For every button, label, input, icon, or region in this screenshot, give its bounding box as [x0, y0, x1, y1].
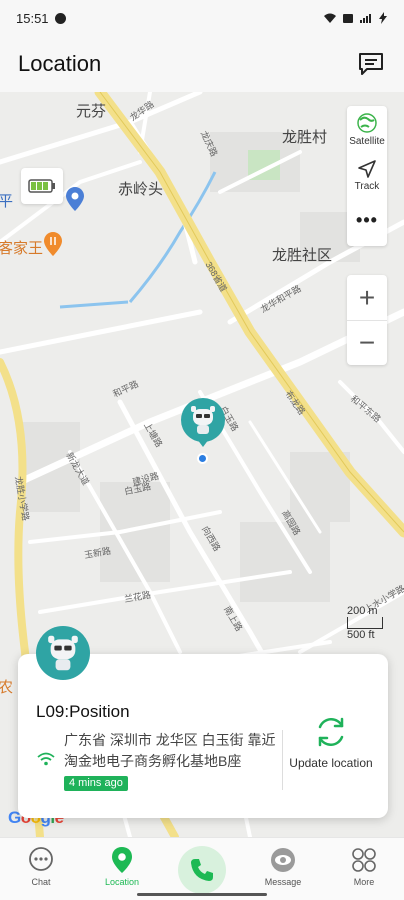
zoom-controls: + −: [347, 275, 387, 365]
robot-avatar-icon: [191, 406, 215, 434]
status-time: 15:51: [16, 10, 49, 26]
status-bar: 15:51: [0, 0, 404, 36]
map-label-left-ping: 平: [0, 193, 14, 210]
refresh-icon: [318, 717, 344, 747]
satellite-label: Satellite: [349, 135, 385, 147]
track-label: Track: [354, 180, 380, 192]
map-label-left-nong: 农: [0, 679, 14, 696]
track-button[interactable]: Track: [347, 152, 387, 198]
map-label-yuanfen: 元芬: [76, 103, 107, 120]
home-indicator: [137, 893, 267, 896]
accuracy-dot: [197, 453, 208, 464]
more-tools-button[interactable]: •••: [347, 198, 387, 242]
update-location-button[interactable]: Update location: [274, 714, 388, 774]
signal-icon: [360, 13, 371, 23]
scale-imperial: 500 ft: [347, 629, 375, 641]
device-avatar: [36, 626, 90, 680]
nav-chat-label: Chat: [31, 877, 51, 887]
scale-metric: 200 m: [347, 605, 378, 617]
battery-icon: [28, 179, 55, 193]
satellite-button[interactable]: Satellite: [347, 106, 387, 152]
zoom-out-button[interactable]: −: [347, 320, 387, 365]
zoom-in-button[interactable]: +: [347, 275, 387, 320]
bottom-navigation: Chat Location Message More: [0, 837, 404, 900]
scale-bar: [347, 617, 383, 629]
map-scale: 200 m 500 ft: [347, 605, 383, 641]
blue-poi-icon: [66, 187, 84, 211]
map-label-left-jiawang: 客家王: [0, 240, 44, 257]
map-tools-panel: Satellite Track •••: [347, 106, 387, 246]
robot-avatar-icon: [48, 635, 78, 671]
chat-bubble-icon: [359, 53, 383, 75]
update-location-label: Update location: [289, 756, 373, 770]
battery-indicator: [21, 168, 63, 204]
messages-button[interactable]: [356, 49, 386, 79]
nav-more-label: More: [353, 877, 375, 887]
call-button[interactable]: [178, 846, 226, 894]
phone-icon: [191, 859, 213, 881]
satellite-icon: [357, 112, 377, 133]
nav-chat[interactable]: Chat: [11, 846, 71, 887]
nav-location[interactable]: Location: [92, 846, 152, 887]
battery-status-icon: [379, 12, 387, 24]
nav-message[interactable]: Message: [253, 846, 313, 887]
notification-icon: [54, 12, 66, 24]
device-address: 广东省 深圳市 龙华区 白玉街 靠近淘金地电子商务孵化基地B座 4 mins a…: [64, 730, 276, 793]
location-pin-icon: [112, 847, 132, 873]
navigation-arrow-icon: [358, 159, 376, 178]
chat-icon: [29, 847, 53, 871]
wifi-icon: [324, 13, 336, 23]
eye-icon: [271, 848, 295, 872]
map-label-longsheng-community: 龙胜社区: [272, 247, 333, 264]
grid-more-icon: [352, 848, 376, 872]
orange-poi-icon: [44, 232, 62, 256]
map-label-chilingtou: 赤岭头: [118, 181, 164, 198]
map-label-longsheng-village: 龙胜村: [282, 129, 328, 146]
nav-location-label: Location: [104, 877, 140, 887]
device-name: L09:Position: [36, 702, 130, 721]
app-header: Location: [0, 36, 404, 92]
device-location-pin[interactable]: [181, 398, 225, 447]
nav-more[interactable]: More: [334, 846, 394, 887]
time-ago-badge: 4 mins ago: [64, 776, 128, 791]
address-text: 广东省 深圳市 龙华区 白玉街 靠近淘金地电子商务孵化基地B座: [64, 732, 276, 769]
nav-message-label: Message: [264, 877, 302, 887]
status-icons: [323, 12, 388, 24]
page-title: Location: [18, 51, 102, 76]
wifi-location-icon: [37, 752, 55, 766]
device-info-card: L09:Position 广东省 深圳市 龙华区 白玉街 靠近淘金地电子商务孵化…: [18, 626, 388, 818]
sim-icon: [343, 13, 353, 23]
